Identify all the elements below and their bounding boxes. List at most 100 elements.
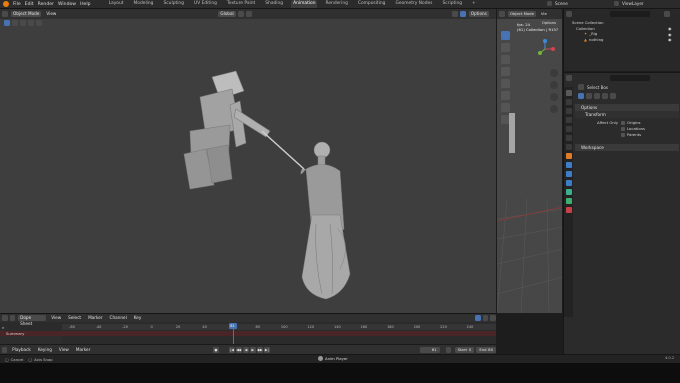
dope-menu-channel[interactable]: Channel bbox=[108, 315, 129, 321]
collection-tab-icon[interactable] bbox=[565, 144, 572, 150]
current-frame-field[interactable]: 61 bbox=[419, 346, 440, 353]
scene-name[interactable]: Scene bbox=[555, 1, 568, 6]
record-icon[interactable]: ● bbox=[212, 346, 219, 353]
transform-tool-icon[interactable] bbox=[501, 91, 510, 100]
perspective-toggle-icon[interactable] bbox=[550, 105, 558, 113]
scene-tab-icon[interactable] bbox=[565, 126, 572, 132]
keying-menu[interactable]: Keying bbox=[36, 347, 54, 353]
menu-file[interactable]: File bbox=[13, 2, 21, 7]
timeline-editor-icon[interactable] bbox=[2, 346, 8, 353]
end-frame-field[interactable]: End 80 bbox=[476, 346, 496, 353]
preview-range-icon[interactable] bbox=[445, 346, 451, 353]
object-tab-icon[interactable] bbox=[565, 153, 572, 159]
scale-tool-icon[interactable] bbox=[501, 79, 510, 88]
dope-menu-view[interactable]: View bbox=[49, 315, 63, 321]
frame-ruler[interactable]: -60-40-200204060801001201401601802002202… bbox=[62, 324, 496, 330]
view-layer-name[interactable]: ViewLayer bbox=[622, 1, 644, 6]
outliner-filter-icon[interactable] bbox=[664, 11, 670, 17]
main-3d-viewport[interactable]: Object Mode View Global Options bbox=[0, 9, 496, 313]
transform-subpanel-header[interactable]: Transform bbox=[575, 111, 679, 118]
summary-row[interactable]: Summary bbox=[0, 331, 496, 336]
dope-menu-marker[interactable]: Marker bbox=[86, 315, 104, 321]
view-menu[interactable]: View bbox=[44, 11, 58, 17]
playback-menu[interactable]: Playback bbox=[10, 347, 33, 353]
mode-invert-icon[interactable] bbox=[602, 93, 608, 99]
parents-checkbox[interactable]: Parents bbox=[621, 132, 645, 138]
transform-orientation-dropdown[interactable]: Global bbox=[218, 11, 236, 17]
snap-icon[interactable] bbox=[237, 11, 244, 17]
properties-search-input[interactable] bbox=[610, 75, 650, 81]
output-tab-icon[interactable] bbox=[565, 108, 572, 114]
camera-preview-viewport[interactable]: Object Mode Vie Options fps: 24 (61) Col… bbox=[496, 9, 562, 313]
workspace-panel-header[interactable]: Workspace bbox=[575, 144, 679, 151]
dope-menu-select[interactable]: Select bbox=[66, 315, 83, 321]
tab-shading[interactable]: Shading bbox=[263, 0, 285, 8]
tab-uv-editing[interactable]: UV Editing bbox=[192, 0, 219, 8]
add-workspace-button[interactable]: + bbox=[470, 0, 478, 8]
dope-filter-icon[interactable] bbox=[475, 315, 481, 321]
jump-start-icon[interactable]: |◀ bbox=[228, 346, 235, 353]
jump-end-icon[interactable]: ▶| bbox=[263, 346, 270, 353]
proportional-edit-icon[interactable] bbox=[245, 11, 252, 17]
options-button[interactable]: Options bbox=[468, 11, 489, 17]
mode-set-icon[interactable] bbox=[578, 93, 584, 99]
dope-editor-type-icon[interactable] bbox=[2, 315, 8, 321]
tool-tab-icon[interactable] bbox=[565, 90, 572, 96]
material-tab-icon[interactable] bbox=[565, 207, 572, 213]
mode-intersect-icon[interactable] bbox=[610, 93, 616, 99]
blender-logo-icon[interactable] bbox=[3, 1, 9, 7]
tab-sculpting[interactable]: Sculpting bbox=[161, 0, 186, 8]
mode-subtract-icon[interactable] bbox=[594, 93, 600, 99]
view-layer-tab-icon[interactable] bbox=[565, 117, 572, 123]
outliner-item-nothing[interactable]: ▲ nothing bbox=[572, 37, 604, 43]
play-icon[interactable]: ▶ bbox=[249, 346, 256, 353]
tab-geometry-nodes[interactable]: Geometry Nodes bbox=[393, 0, 434, 8]
scene-collection-row[interactable]: Scene Collection bbox=[572, 20, 604, 26]
editor-type-icon[interactable] bbox=[2, 11, 8, 17]
modifier-tab-icon[interactable] bbox=[565, 162, 572, 168]
particles-tab-icon[interactable] bbox=[565, 171, 572, 177]
rotate-tool-icon[interactable] bbox=[501, 67, 510, 76]
menu-help[interactable]: Help bbox=[80, 2, 90, 7]
tab-animation[interactable]: Animation bbox=[291, 0, 318, 8]
dope-snap-icon[interactable] bbox=[482, 315, 489, 321]
cursor-tool-icon[interactable] bbox=[501, 43, 510, 52]
select-box-icon[interactable] bbox=[578, 84, 584, 90]
tab-rendering[interactable]: Rendering bbox=[323, 0, 349, 8]
mode-extend-icon[interactable] bbox=[586, 93, 592, 99]
prev-keyframe-icon[interactable]: ◀◆ bbox=[235, 346, 242, 353]
preview-editor-type-icon[interactable] bbox=[499, 11, 505, 17]
tab-compositing[interactable]: Compositing bbox=[356, 0, 388, 8]
view-menu[interactable]: View bbox=[57, 347, 71, 353]
dope-mode-icon[interactable] bbox=[9, 315, 16, 321]
properties-editor-icon[interactable] bbox=[566, 75, 572, 81]
dope-menu-key[interactable]: Key bbox=[132, 315, 144, 321]
anim-player-indicator[interactable]: Anim Player bbox=[318, 356, 348, 361]
tab-texture-paint[interactable]: Texture Paint bbox=[225, 0, 257, 8]
select-box-tool-icon[interactable] bbox=[501, 31, 510, 40]
start-frame-field[interactable]: Start 0 bbox=[454, 346, 475, 353]
next-keyframe-icon[interactable]: ◆▶ bbox=[256, 346, 263, 353]
tab-layout[interactable]: Layout bbox=[107, 0, 126, 8]
options-panel-header[interactable]: Options bbox=[575, 104, 679, 111]
render-tab-icon[interactable] bbox=[565, 99, 572, 105]
scene-icon[interactable] bbox=[547, 1, 552, 6]
constraints-tab-icon[interactable] bbox=[565, 189, 572, 195]
camera-view-icon[interactable] bbox=[550, 93, 558, 101]
menu-render[interactable]: Render bbox=[38, 2, 54, 7]
channel-search-icon[interactable]: ⌕ bbox=[2, 325, 4, 330]
data-tab-icon[interactable] bbox=[565, 198, 572, 204]
tab-modeling[interactable]: Modeling bbox=[132, 0, 156, 8]
physics-tab-icon[interactable] bbox=[565, 180, 572, 186]
outliner-search-input[interactable] bbox=[610, 11, 650, 17]
overlays-icon[interactable] bbox=[451, 11, 458, 17]
move-tool-icon[interactable] bbox=[501, 55, 510, 64]
axis-gizmo-icon[interactable] bbox=[537, 39, 557, 59]
play-reverse-icon[interactable]: ◀ bbox=[242, 346, 249, 353]
pan-hand-icon[interactable] bbox=[550, 81, 558, 89]
eye-icon[interactable]: ◉ bbox=[668, 37, 676, 43]
menu-window[interactable]: Window bbox=[58, 2, 76, 7]
outliner-editor-icon[interactable] bbox=[566, 11, 572, 17]
preview-mode-dropdown[interactable]: Object Mode bbox=[508, 11, 536, 17]
dope-proportional-icon[interactable] bbox=[490, 315, 497, 321]
